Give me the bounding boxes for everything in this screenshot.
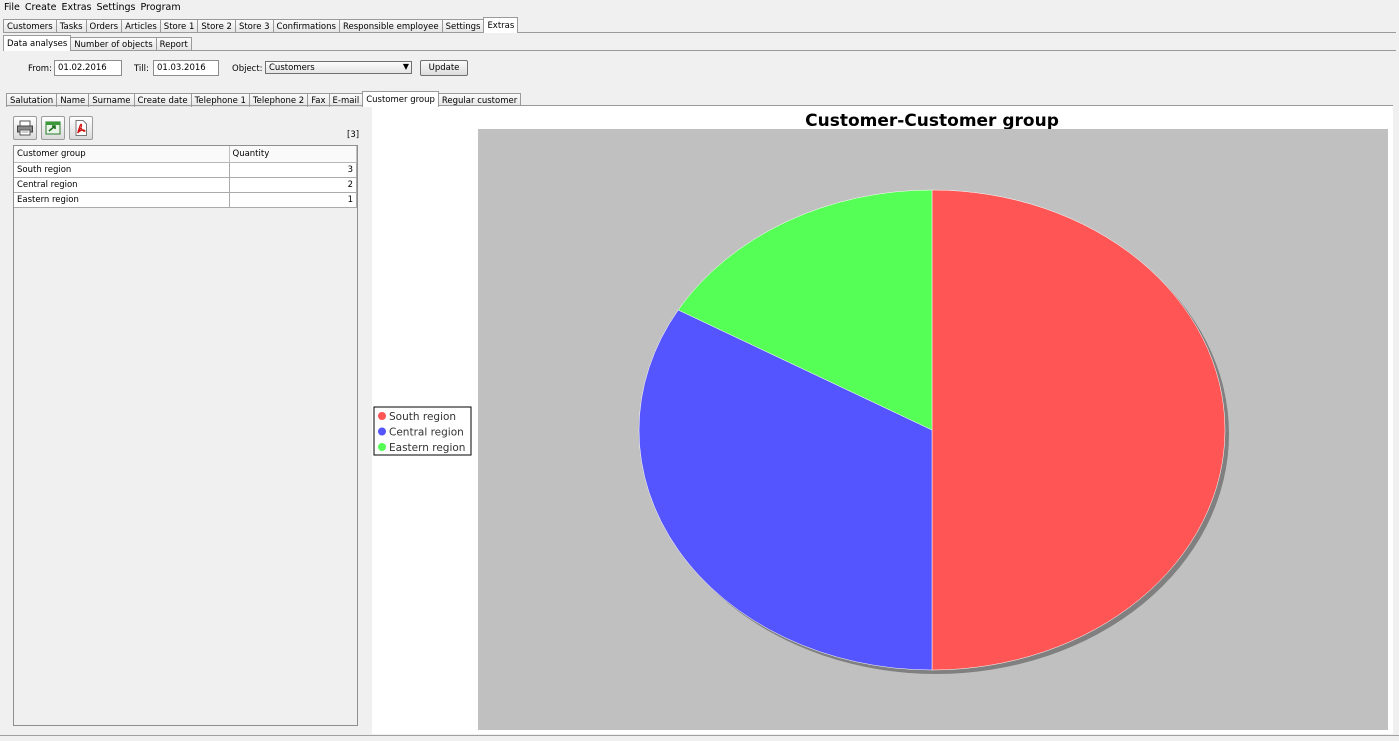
quantity-cell: 3 <box>229 162 357 178</box>
from-label: From: <box>28 64 52 74</box>
chart-panel: Customer-Customer group South region Centr… <box>372 106 1393 734</box>
tab-responsible-employee[interactable]: Responsible employee <box>338 19 443 33</box>
till-date-field[interactable]: 01.03.2016 <box>153 60 219 76</box>
tab-store-2[interactable]: Store 2 <box>197 19 236 33</box>
legend-marker <box>378 412 386 420</box>
subtab-number-of-objects[interactable]: Number of objects <box>70 37 157 51</box>
sub-tab-divider <box>3 50 1396 51</box>
subtab-data-analyses[interactable]: Data analyses <box>3 35 72 51</box>
tab-customers[interactable]: Customers <box>3 19 57 33</box>
table-row[interactable]: Eastern region 1 <box>14 192 357 208</box>
export-button[interactable] <box>41 116 65 140</box>
sub-tab-bar: Data analyses Number of objects Report <box>3 35 192 51</box>
main-tab-bar: Customers Tasks Orders Articles Store 1 Store… <box>3 17 519 33</box>
tab-store-3[interactable]: Store 3 <box>234 19 274 33</box>
pdf-button[interactable] <box>69 116 93 140</box>
data-table: Customer group Quantity South region 3 Cen… <box>13 145 358 726</box>
customer-group-cell: Central region <box>14 177 230 193</box>
tab-tasks[interactable]: Tasks <box>55 19 87 33</box>
menu-item-file[interactable]: File <box>4 2 20 13</box>
till-label: Till: <box>134 64 149 74</box>
quantity-cell: 1 <box>229 192 357 208</box>
object-label: Object: <box>232 64 263 74</box>
legend-label: South region <box>389 411 456 423</box>
main-tab-divider <box>3 32 1396 33</box>
table-row[interactable]: South region 3 <box>14 162 357 178</box>
tab-settings[interactable]: Settings <box>441 19 485 33</box>
legend-label: Central region <box>389 427 464 439</box>
tab-confirmations[interactable]: Confirmations <box>272 19 340 33</box>
legend-marker <box>378 427 386 436</box>
object-select[interactable]: Customers ▼ <box>265 61 412 74</box>
customer-group-cell: South region <box>14 162 230 178</box>
field-tab-customer-group[interactable]: Customer group <box>362 91 439 107</box>
menu-item-program[interactable]: Program <box>140 2 180 13</box>
print-button[interactable] <box>13 116 37 140</box>
tab-articles[interactable]: Articles <box>121 19 161 33</box>
legend-marker <box>378 443 386 451</box>
from-date-field[interactable]: 01.02.2016 <box>54 60 122 76</box>
printer-icon <box>17 120 33 136</box>
filter-bar: From: 01.02.2016 Till: 01.03.2016 Object… <box>0 58 1399 80</box>
update-button[interactable]: Update <box>420 60 468 76</box>
menu-bar: File Create Extras Settings Program <box>0 0 1399 14</box>
menu-item-settings[interactable]: Settings <box>97 2 136 13</box>
tab-extras[interactable]: Extras <box>483 17 519 33</box>
chevron-down-icon[interactable]: ▼ <box>403 62 409 71</box>
row-count: [3] <box>347 130 360 140</box>
export-icon <box>45 121 61 135</box>
menu-item-create[interactable]: Create <box>25 2 57 13</box>
column-header[interactable]: Quantity <box>229 146 357 163</box>
tab-store-1[interactable]: Store 1 <box>159 19 199 33</box>
chart-title: Customer-Customer group <box>805 111 1059 131</box>
subtab-report[interactable]: Report <box>155 37 192 51</box>
column-header[interactable]: Customer group <box>14 146 230 163</box>
pie-chart: Customer-Customer group South region Centr… <box>373 111 1388 730</box>
table-row[interactable]: Central region 2 <box>14 177 357 193</box>
customer-group-cell: Eastern region <box>14 192 230 208</box>
object-select-value: Customers <box>269 63 315 73</box>
tab-orders[interactable]: Orders <box>85 19 123 33</box>
table-header-row: Customer group Quantity <box>14 146 357 163</box>
status-bar <box>0 735 1399 741</box>
menu-item-extras[interactable]: Extras <box>61 2 91 13</box>
pdf-icon <box>75 120 87 136</box>
quantity-cell: 2 <box>229 177 357 193</box>
legend-label: Eastern region <box>389 442 465 454</box>
